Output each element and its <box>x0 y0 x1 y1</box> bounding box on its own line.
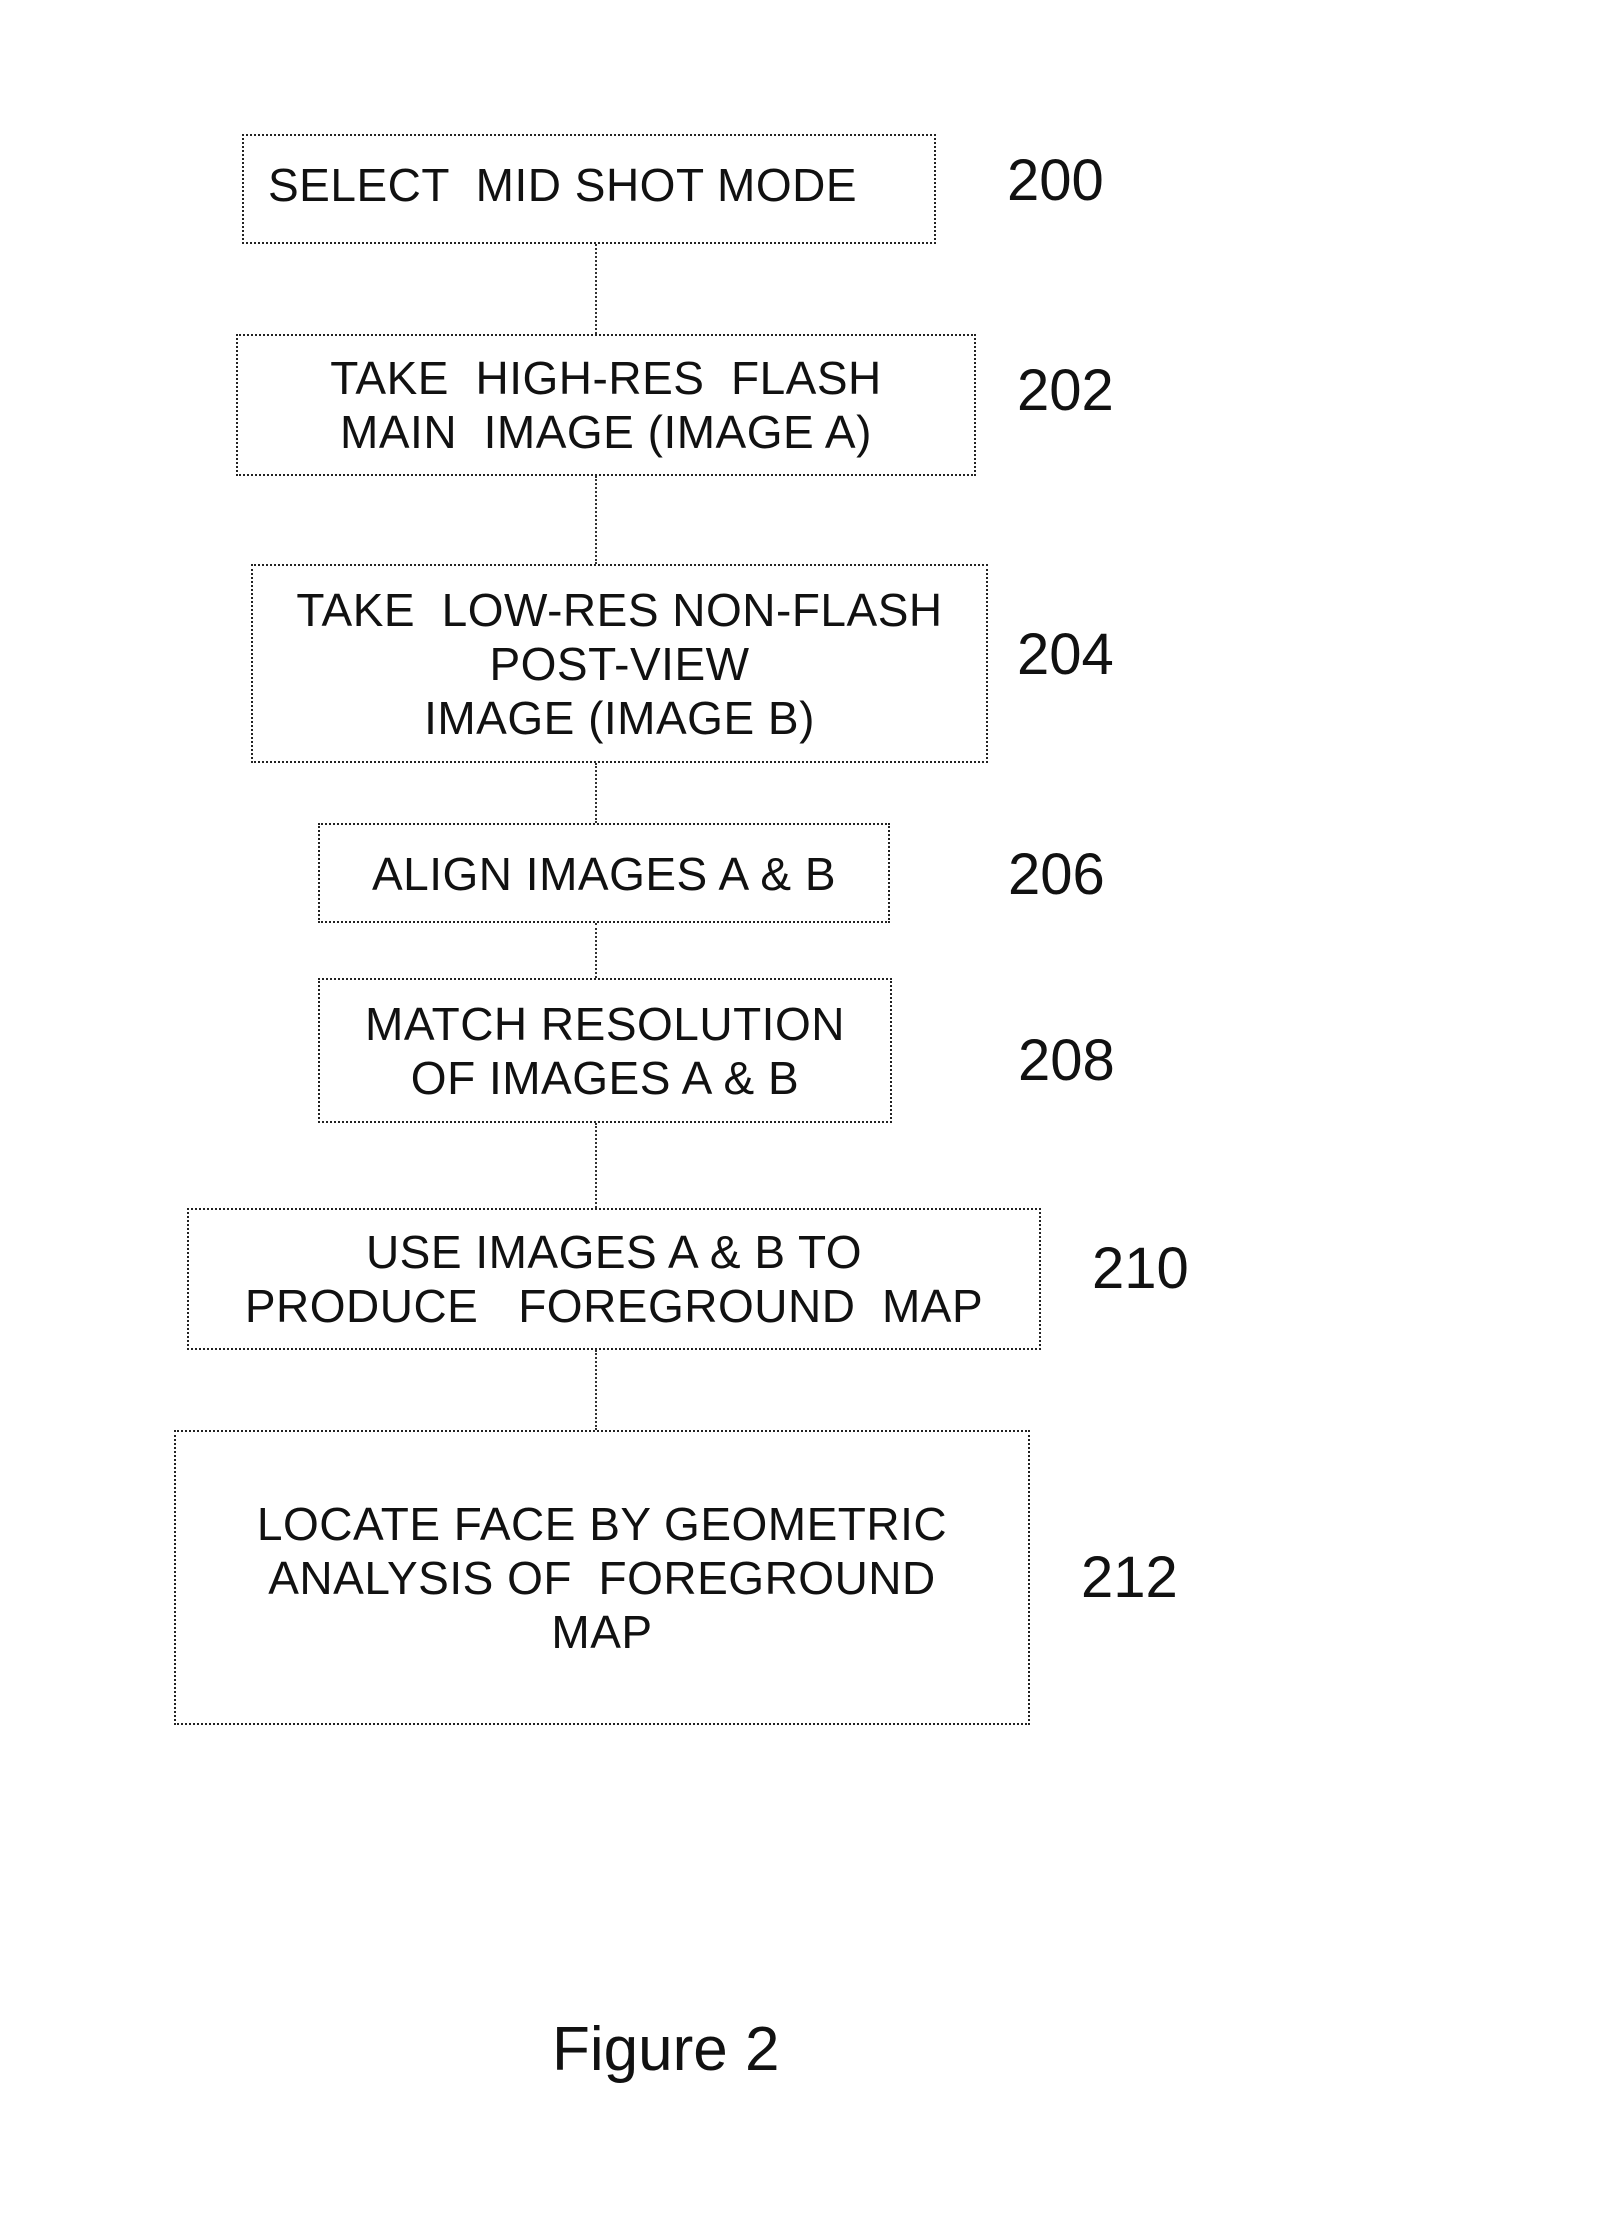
step-box-select-mid-shot-mode: SELECT MID SHOT MODE <box>242 134 936 244</box>
step-reference-number: 208 <box>1018 1028 1115 1093</box>
step-text: IMAGE (IMAGE B) <box>424 691 815 744</box>
connector-line <box>595 244 597 334</box>
step-reference-number: 200 <box>1007 148 1104 213</box>
step-reference-number: 202 <box>1017 358 1114 423</box>
connector-line <box>595 923 597 978</box>
step-text: LOCATE FACE BY GEOMETRIC <box>256 1497 948 1550</box>
step-box-align-images: ALIGN IMAGES A & B <box>318 823 890 923</box>
step-text: TAKE HIGH-RES FLASH <box>330 352 882 404</box>
step-text: MAP <box>551 1605 653 1658</box>
step-box-take-low-res-non-flash: TAKE LOW-RES NON-FLASH POST-VIEW IMAGE (… <box>251 564 988 763</box>
connector-line <box>595 1123 597 1208</box>
connector-line <box>595 763 597 823</box>
step-text: ANALYSIS OF FOREGROUND <box>268 1551 936 1604</box>
step-text: TAKE LOW-RES NON-FLASH <box>296 583 943 636</box>
connector-line <box>595 476 597 564</box>
step-text: MATCH RESOLUTION <box>365 997 845 1050</box>
step-text: MAIN IMAGE (IMAGE A) <box>340 406 872 458</box>
step-reference-number: 206 <box>1008 842 1105 907</box>
step-box-match-resolution: MATCH RESOLUTION OF IMAGES A & B <box>318 978 892 1123</box>
step-text: USE IMAGES A & B TO <box>365 1226 863 1278</box>
step-reference-number: 210 <box>1092 1236 1189 1301</box>
step-text: SELECT MID SHOT MODE <box>268 159 858 211</box>
step-box-produce-foreground-map: USE IMAGES A & B TO PRODUCE FOREGROUND M… <box>187 1208 1041 1350</box>
step-reference-number: 212 <box>1081 1545 1178 1610</box>
connector-line <box>595 1350 597 1430</box>
figure-caption: Figure 2 <box>552 2015 780 2084</box>
step-reference-number: 204 <box>1017 622 1114 687</box>
step-text: POST-VIEW <box>489 637 750 690</box>
step-text: ALIGN IMAGES A & B <box>371 848 837 900</box>
step-text: PRODUCE FOREGROUND MAP <box>244 1280 984 1332</box>
step-box-locate-face: LOCATE FACE BY GEOMETRIC ANALYSIS OF FOR… <box>174 1430 1030 1725</box>
step-box-take-high-res-flash: TAKE HIGH-RES FLASH MAIN IMAGE (IMAGE A) <box>236 334 976 476</box>
step-text: OF IMAGES A & B <box>410 1051 800 1104</box>
